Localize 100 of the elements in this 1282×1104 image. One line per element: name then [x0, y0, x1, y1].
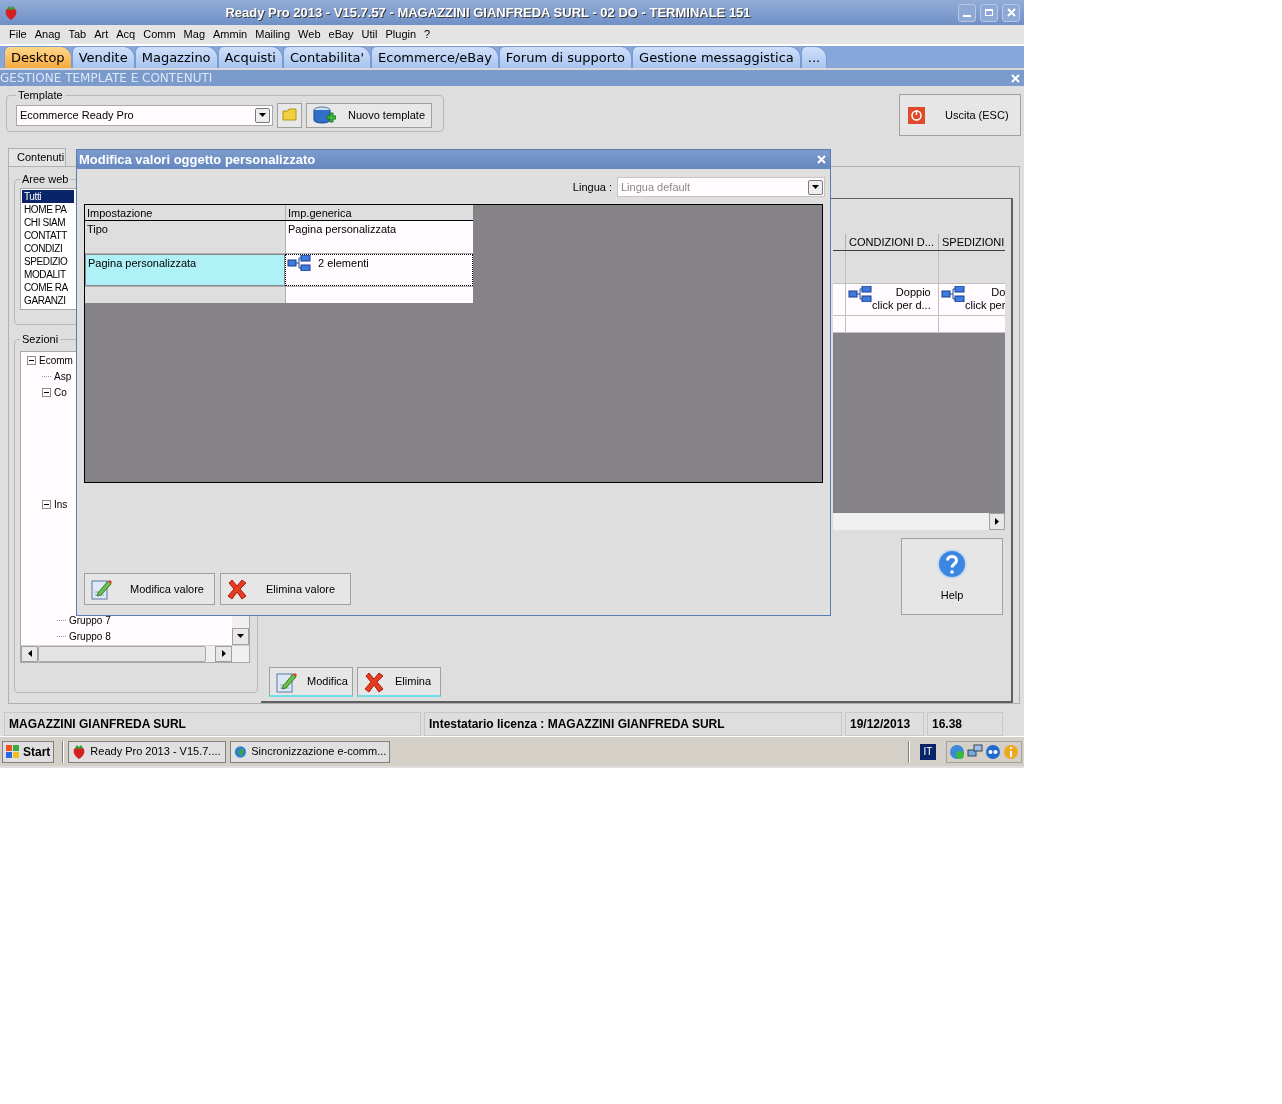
list-item[interactable]: GARANZI: [22, 293, 74, 307]
cell-text: Do: [991, 286, 1005, 299]
taskbar-button[interactable]: Sincronizzazione e-comm...: [230, 740, 391, 763]
horizontal-scrollbar[interactable]: [21, 644, 249, 662]
status-panel: 16.38: [927, 712, 1003, 736]
group-label: Template: [17, 88, 64, 103]
list-item[interactable]: CONTATT: [22, 228, 74, 242]
module-tab[interactable]: Contabilita': [283, 46, 372, 68]
setting-cell[interactable]: Pagina personalizzata: [85, 254, 285, 286]
menu-item[interactable]: Util: [357, 26, 382, 43]
pencil-document-icon: [275, 670, 297, 693]
cell-text: click per d...: [872, 299, 931, 312]
pencil-document-icon: [90, 578, 112, 600]
left-arrow-icon: [27, 650, 32, 657]
list-item[interactable]: SPEDIZIO: [22, 254, 74, 268]
tree-item[interactable]: Gruppo 8: [69, 630, 111, 643]
module-tab[interactable]: Gestione messaggistica: [632, 46, 801, 68]
menu-item[interactable]: Anag: [30, 26, 65, 43]
computers-icon[interactable]: [967, 743, 983, 760]
menu-item[interactable]: Mag: [179, 26, 209, 43]
column-header[interactable]: SPEDIZIONI: [938, 234, 1005, 250]
template-combo[interactable]: Ecommerce Ready Pro: [16, 104, 273, 126]
tree-item[interactable]: Ins: [54, 498, 68, 511]
right-arrow-icon: [221, 650, 226, 657]
cell-text: Doppio: [895, 286, 931, 299]
list-item[interactable]: CHI SIAM: [22, 215, 74, 229]
list-item[interactable]: COME RA: [22, 280, 74, 294]
empty-cell[interactable]: [285, 287, 473, 303]
close-icon[interactable]: [1011, 73, 1020, 83]
delete-value-button[interactable]: Elimina valore: [220, 573, 351, 605]
menu-item[interactable]: Acq: [112, 26, 140, 43]
delete-button[interactable]: Elimina: [357, 667, 441, 697]
scroll-thumb[interactable]: [38, 645, 206, 662]
cross-icon: [363, 670, 385, 693]
close-icon[interactable]: [1006, 8, 1016, 17]
collapse-icon[interactable]: [42, 388, 51, 397]
module-tab[interactable]: Desktop: [4, 46, 72, 68]
window-title: Ready Pro 2013 - V15.7.57 - MAGAZZINI GIANFREDA SURL - 02 DO - TERMINALE 151: [225, 3, 751, 22]
status-panel: MAGAZZINI GIANFREDA SURL: [4, 712, 421, 736]
menu-item[interactable]: Mailing: [251, 26, 295, 43]
folder-icon: [281, 108, 298, 123]
tree-item[interactable]: Ecomm: [39, 354, 73, 367]
menu-item[interactable]: Art: [90, 26, 113, 43]
taskbar-button[interactable]: Ready Pro 2013 - V15.7....: [68, 740, 227, 763]
module-tab[interactable]: Acquisti: [217, 46, 283, 68]
module-tab[interactable]: ...: [800, 46, 828, 68]
menu-item[interactable]: Web: [294, 26, 325, 43]
edit-value-button[interactable]: Modifica valore: [84, 573, 215, 605]
start-button[interactable]: Start: [2, 740, 55, 763]
tree-item[interactable]: Gruppo 7: [69, 614, 111, 627]
menu-item[interactable]: Tab: [64, 26, 91, 43]
value-cell[interactable]: 2 elementi: [285, 254, 473, 286]
open-folder-button[interactable]: [277, 102, 302, 128]
module-tab[interactable]: Ecommerce/eBay: [371, 46, 499, 68]
collapse-icon[interactable]: [27, 356, 36, 365]
list-item[interactable]: MODALIT: [22, 267, 74, 281]
strawberry-icon: [72, 743, 87, 760]
group-label: Sezioni: [21, 332, 60, 347]
hierarchy-icon: [941, 286, 965, 302]
edit-button[interactable]: Modifica: [269, 667, 353, 697]
module-tab[interactable]: Forum di supporto: [498, 46, 633, 68]
strawberry-icon: [4, 4, 18, 21]
menu-item[interactable]: File: [5, 26, 31, 43]
network-globe-icon[interactable]: [949, 743, 965, 760]
menu-item[interactable]: eBay: [324, 26, 358, 43]
messenger-icon[interactable]: [985, 743, 1001, 760]
tree-item[interactable]: Co: [54, 386, 67, 399]
language-indicator[interactable]: IT: [920, 743, 936, 760]
help-button[interactable]: Help: [901, 538, 1003, 615]
minimize-button[interactable]: [958, 3, 976, 22]
collapse-icon[interactable]: [42, 500, 51, 509]
new-template-button[interactable]: Nuovo template: [306, 102, 432, 128]
restore-button[interactable]: [980, 3, 998, 22]
list-item[interactable]: CONDIZI: [22, 241, 74, 255]
list-item[interactable]: Tutti: [22, 189, 74, 203]
dropdown-button[interactable]: [255, 107, 270, 123]
column-header[interactable]: Impostazione: [85, 205, 285, 220]
menu-item[interactable]: Plugin: [381, 26, 421, 43]
cell-text: 2 elementi: [317, 256, 369, 271]
menu-item[interactable]: Comm: [139, 26, 180, 43]
setting-cell[interactable]: Tipo: [85, 221, 285, 253]
list-item[interactable]: HOME PA: [22, 202, 74, 216]
close-icon[interactable]: [817, 155, 826, 164]
exit-button[interactable]: Uscita (ESC): [899, 94, 1021, 136]
menu-item[interactable]: ?: [420, 26, 435, 43]
globe-icon: [234, 743, 248, 760]
scroll-right-button[interactable]: [989, 513, 1005, 530]
module-tab[interactable]: Magazzino: [134, 46, 218, 68]
close-button[interactable]: [1002, 3, 1020, 22]
module-tab[interactable]: Vendite: [71, 46, 135, 68]
value-cell[interactable]: Pagina personalizzata: [285, 221, 473, 253]
column-header[interactable]: CONDIZIONI D...: [845, 234, 938, 250]
combo-value: Lingua default: [621, 179, 692, 195]
column-header[interactable]: Imp.generica: [285, 205, 473, 220]
cross-icon: [226, 578, 248, 600]
panel-title: GESTIONE TEMPLATE E CONTENUTI: [0, 72, 214, 84]
menu-item[interactable]: Ammin: [209, 26, 252, 43]
tree-item[interactable]: Asp: [54, 370, 72, 383]
content-tab[interactable]: Contenuti: [8, 148, 66, 166]
group-label: Aree web: [21, 172, 70, 187]
